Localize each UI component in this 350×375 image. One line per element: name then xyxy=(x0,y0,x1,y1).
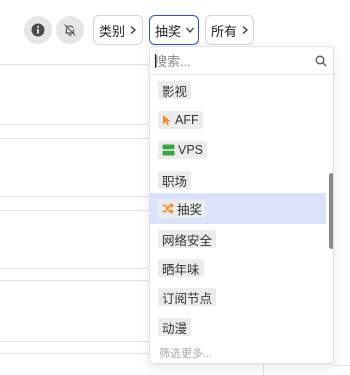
category-tag: 晒年味 xyxy=(158,259,204,277)
info-circle-icon xyxy=(31,23,45,37)
dropdown-option-new-year[interactable]: 晒年味 xyxy=(150,253,326,283)
option-label: 影视 xyxy=(162,84,188,99)
option-label: 晒年味 xyxy=(162,262,200,277)
bell-off-icon xyxy=(63,23,77,37)
category-tag: AFF xyxy=(158,111,203,129)
category-filter-button[interactable]: 类别 xyxy=(93,15,143,45)
dropdown-option-vps[interactable]: VPS xyxy=(150,135,326,165)
category-tag: 订阅节点 xyxy=(158,288,217,306)
dropdown-search-row xyxy=(150,47,333,75)
background-divider xyxy=(0,341,150,342)
search-icon[interactable] xyxy=(315,54,327,72)
option-label: 订阅节点 xyxy=(162,291,213,306)
background-divider xyxy=(0,353,150,354)
category-tag: 抽奖 xyxy=(158,199,207,218)
scrollbar-thumb[interactable] xyxy=(329,173,333,249)
background-divider xyxy=(0,210,150,211)
background-divider xyxy=(0,268,150,269)
option-label: 动漫 xyxy=(162,321,188,336)
background-divider xyxy=(0,196,150,197)
category-tag: 影视 xyxy=(158,81,192,99)
chevron-right-icon xyxy=(129,25,137,35)
lottery-filter-button[interactable]: 抽奖 xyxy=(149,15,199,45)
lottery-filter-label: 抽奖 xyxy=(155,23,182,39)
background-divider xyxy=(333,365,350,366)
background-divider xyxy=(0,64,150,65)
dropdown-option-film[interactable]: 影视 xyxy=(150,75,326,105)
text-caret xyxy=(155,54,156,68)
dropdown-option-workplace[interactable]: 职场 xyxy=(150,165,326,195)
filter-more-link[interactable]: 筛选更多... xyxy=(159,345,212,361)
dropdown-scrollbar[interactable] xyxy=(326,75,333,363)
server-icon xyxy=(162,144,175,156)
category-tag: 职场 xyxy=(158,171,192,189)
category-tag: VPS xyxy=(158,141,208,159)
shuffle-icon xyxy=(162,203,174,214)
dropdown-option-lottery[interactable]: 抽奖 xyxy=(150,193,326,224)
category-filter-label: 类别 xyxy=(99,23,126,39)
dropdown-search-input[interactable] xyxy=(154,51,309,71)
chevron-right-icon xyxy=(241,25,249,35)
option-label: 抽奖 xyxy=(177,203,203,217)
chevron-down-icon xyxy=(185,26,195,34)
cursor-arrow-icon xyxy=(162,114,172,126)
background-divider xyxy=(0,138,150,139)
option-label: 职场 xyxy=(162,174,188,189)
dropdown-option-subscription-nodes[interactable]: 订阅节点 xyxy=(150,282,326,312)
info-button[interactable] xyxy=(24,16,52,44)
option-label: 网络安全 xyxy=(162,233,213,248)
background-divider xyxy=(0,124,150,125)
category-tag: 动漫 xyxy=(158,318,192,336)
background-divider xyxy=(0,280,150,281)
all-filter-button[interactable]: 所有 xyxy=(205,15,254,45)
option-label: AFF xyxy=(175,113,199,127)
dropdown-option-aff[interactable]: AFF xyxy=(150,105,326,135)
mute-notifications-button[interactable] xyxy=(56,16,84,44)
all-filter-label: 所有 xyxy=(211,23,238,39)
category-dropdown: 影视 AFF VPS 职场 xyxy=(149,46,334,364)
category-tag: 网络安全 xyxy=(158,230,217,248)
dropdown-option-anime[interactable]: 动漫 xyxy=(150,312,326,342)
option-label: VPS xyxy=(178,143,204,157)
dropdown-option-network-security[interactable]: 网络安全 xyxy=(150,224,326,254)
